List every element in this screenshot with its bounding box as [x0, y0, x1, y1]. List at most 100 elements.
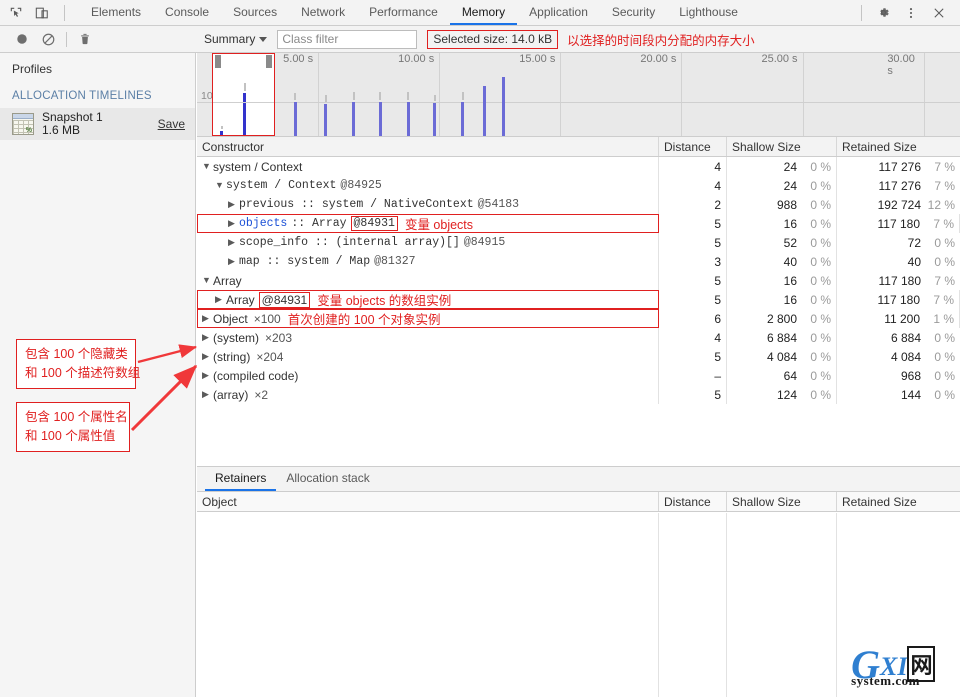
tab-application[interactable]: Application [517, 0, 600, 25]
cell-text-part: (array) [213, 387, 249, 402]
retained-size-percent: 0 % [934, 349, 955, 364]
retainers-column-distance [659, 513, 727, 697]
tab-elements[interactable]: Elements [79, 0, 153, 25]
tab-label: Memory [461, 4, 506, 19]
column-header-retained-size[interactable]: Retained Size [837, 137, 960, 156]
table-row[interactable]: ▶ previous :: system / NativeContext @5418… [197, 195, 960, 214]
shallow-size-value: 24 [783, 159, 797, 174]
inspect-element-icon[interactable] [8, 5, 24, 21]
tab-label: Network [301, 4, 346, 19]
tab-console[interactable]: Console [153, 0, 221, 25]
tab-retainers[interactable]: Retainers [205, 467, 277, 491]
sidebar-title: Profiles [12, 62, 53, 76]
cell-shallow-size: 124 0 % [727, 385, 837, 404]
view-select[interactable]: Summary [202, 32, 271, 46]
tab-memory[interactable]: Memory [449, 0, 518, 25]
retained-size-percent: 12 % [927, 197, 955, 212]
timeline-selection-window[interactable] [211, 53, 275, 136]
triangle-right-icon[interactable]: ▶ [202, 314, 211, 323]
triangle-right-icon[interactable]: ▶ [228, 219, 237, 228]
close-icon[interactable] [926, 0, 952, 26]
column-header-distance[interactable]: Distance [659, 492, 727, 511]
column-header-shallow-size[interactable]: Shallow Size [727, 137, 837, 156]
triangle-right-icon[interactable]: ▶ [228, 200, 237, 209]
chart-gridline-vertical [318, 53, 320, 136]
column-header-object[interactable]: Object [197, 492, 659, 511]
table-row[interactable]: ▶ (compiled code) – 64 0 % 968 0 % [197, 366, 960, 385]
table-row[interactable]: ▼ system / Context 4 24 0 % 117 276 7 % [197, 157, 960, 176]
chevron-down-icon [259, 36, 268, 42]
cell-text-part: (compiled code) [213, 368, 299, 383]
table-row[interactable]: ▶ objects:: Array @84931 变量 objects 5 16 0 % 11… [197, 214, 960, 233]
table-row[interactable]: ▶ (string) ×204 5 4 084 0 % 4 084 0 % [197, 347, 960, 366]
gear-icon[interactable] [870, 0, 896, 26]
allocation-timeline-overview[interactable]: 5.00 s 10.00 s 15.00 s 20.00 s 25.00 s 30.00 … [197, 53, 960, 136]
clear-prohibited-icon[interactable] [35, 28, 61, 50]
cell-retained-size: 192 724 12 % [837, 195, 960, 214]
retained-size-percent: 7 % [933, 216, 954, 231]
cell-constructor: ▶ map :: system / Map @81327 [197, 252, 659, 271]
triangle-right-icon[interactable]: ▶ [215, 295, 224, 304]
column-header-shallow-size[interactable]: Shallow Size [727, 492, 837, 511]
trash-icon[interactable] [72, 28, 98, 50]
tab-allocation-stack[interactable]: Allocation stack [276, 467, 379, 491]
cell-text-part: Array [226, 292, 255, 307]
record-circle-icon[interactable] [9, 28, 35, 50]
cell-shallow-size: 16 0 % [727, 271, 837, 290]
triangle-down-icon[interactable]: ▼ [202, 162, 211, 171]
table-row[interactable]: ▶ scope_info :: (internal array)[] @84915 5… [197, 233, 960, 252]
table-row[interactable]: ▼ Array 5 16 0 % 117 180 7 % [197, 271, 960, 290]
class-filter-input[interactable] [277, 29, 418, 49]
cell-text-part: ×203 [265, 330, 293, 345]
timeline-selection-handle-right[interactable] [265, 55, 272, 68]
cell-distance: 4 [659, 176, 727, 195]
chart-bar [502, 76, 506, 136]
anno-line: 包含 100 个隐藏类 [25, 347, 128, 361]
tab-performance[interactable]: Performance [357, 0, 450, 25]
device-toolbar-icon[interactable] [34, 5, 50, 21]
tabbar-right-icons [857, 0, 960, 25]
table-row[interactable]: ▶ Array @84931 变量 objects 的数组实例 5 16 0 % 117 18… [197, 290, 960, 309]
snapshot-save-link[interactable]: Save [158, 117, 185, 131]
triangle-down-icon[interactable]: ▼ [215, 181, 224, 190]
cell-distance: 2 [659, 195, 727, 214]
table-row[interactable]: ▶ (array) ×2 5 124 0 % 144 0 % [197, 385, 960, 404]
tab-sources[interactable]: Sources [221, 0, 289, 25]
tab-lighthouse[interactable]: Lighthouse [667, 0, 750, 25]
table-row[interactable]: ▶ map :: system / Map @81327 3 40 0 % 40 0 % [197, 252, 960, 271]
tab-label: Retainers [215, 471, 267, 485]
sidebar-item-snapshot-1[interactable]: % Snapshot 1 1.6 MB Save [0, 108, 195, 140]
shallow-size-value: 6 884 [766, 330, 797, 345]
column-header-constructor[interactable]: Constructor [197, 137, 659, 156]
triangle-right-icon[interactable]: ▶ [228, 257, 237, 266]
retainers-panel: Retainers Allocation stack Object Distan… [197, 466, 960, 697]
triangle-right-icon[interactable]: ▶ [202, 371, 211, 380]
triangle-down-icon[interactable]: ▼ [202, 276, 211, 285]
table-row[interactable]: ▼ system / Context @84925 4 24 0 % 117 276 7 % [197, 176, 960, 195]
triangle-right-icon[interactable]: ▶ [202, 333, 211, 342]
triangle-right-icon[interactable]: ▶ [202, 352, 211, 361]
shallow-size-value: 16 [783, 216, 797, 231]
chart-bar [433, 103, 437, 136]
shallow-size-value: 64 [783, 368, 797, 383]
triangle-right-icon[interactable]: ▶ [202, 390, 211, 399]
chart-bar [461, 102, 465, 136]
table-row[interactable]: ▶ Object ×100 首次创建的 100 个对象实例 6 2 800 0 % 11 20… [197, 309, 960, 328]
toolbar-divider [66, 31, 67, 47]
tab-label: Application [529, 4, 588, 19]
retained-size-value: 11 200 [884, 311, 920, 326]
triangle-right-icon[interactable]: ▶ [228, 238, 237, 247]
tab-security[interactable]: Security [600, 0, 667, 25]
chart-gridline-vertical [681, 53, 683, 136]
chart-gridline-vertical [802, 53, 804, 136]
column-header-retained-size[interactable]: Retained Size [837, 492, 960, 511]
chart-bar [482, 86, 486, 136]
retained-size-value: 40 [907, 254, 921, 269]
column-header-distance[interactable]: Distance [659, 137, 727, 156]
tabbar-right-divider [861, 4, 862, 21]
table-row[interactable]: ▶ (system) ×203 4 6 884 0 % 6 884 0 % [197, 328, 960, 347]
timeline-selection-handle-left[interactable] [214, 55, 221, 68]
more-vertical-icon[interactable] [898, 0, 924, 26]
retained-size-percent: 0 % [934, 254, 955, 269]
tab-network[interactable]: Network [289, 0, 357, 25]
